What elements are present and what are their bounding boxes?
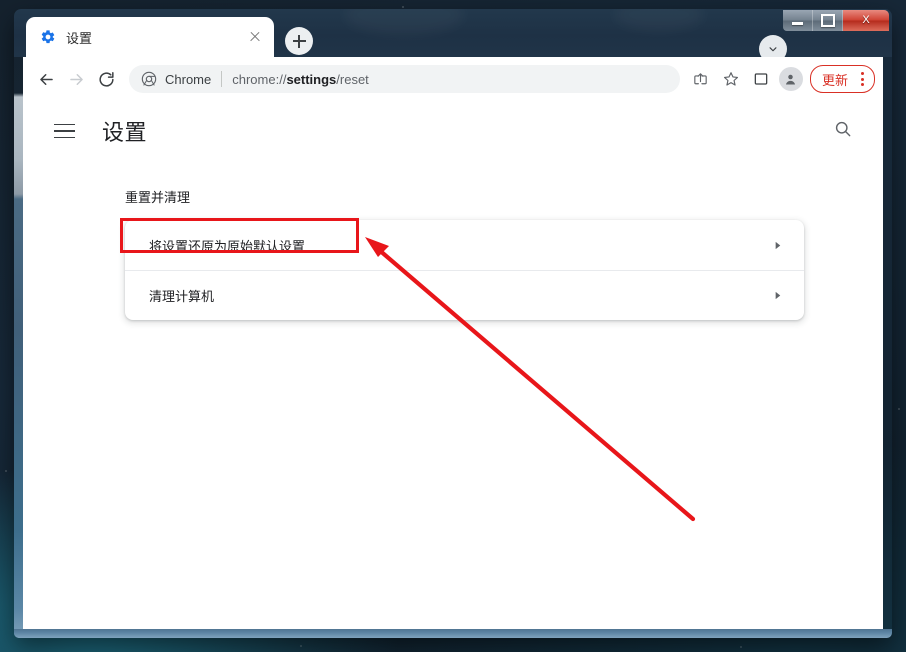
update-button-label: 更新 — [821, 72, 848, 88]
back-arrow-icon — [39, 73, 53, 85]
address-bar[interactable]: Chrome chrome://settings/reset — [129, 65, 680, 93]
window-maximize-button[interactable] — [813, 10, 843, 31]
omnibox-separator — [221, 71, 223, 87]
window-frame-right — [883, 9, 892, 638]
window-close-button[interactable]: X — [843, 10, 889, 31]
row-label: 清理计算机 — [149, 289, 215, 304]
forward-arrow-icon — [69, 73, 83, 85]
close-glyph: X — [862, 14, 870, 26]
page-title: 设置 — [102, 120, 148, 145]
settings-row-clean-up-computer[interactable]: 清理计算机 — [125, 270, 804, 320]
star-icon — [723, 72, 739, 86]
reload-button[interactable] — [91, 64, 121, 94]
tab-settings[interactable]: 设置 — [26, 17, 274, 57]
profile-button[interactable] — [778, 67, 803, 91]
browser-window: 设置 X Chrome chrome://settings/reset 更新 设… — [14, 9, 892, 638]
chevron-down-icon — [769, 47, 777, 52]
back-button[interactable] — [31, 64, 61, 94]
omnibox-url-suffix: /reset — [336, 71, 369, 87]
row-label: 将设置还原为原始默认设置 — [149, 238, 306, 254]
omnibox-url-prefix: chrome:// — [232, 71, 287, 87]
settings-page: 设置 重置并清理 将设置还原为原始默认设置 清理计算机 — [23, 101, 883, 629]
kebab-menu-icon[interactable] — [854, 70, 870, 88]
new-tab-button[interactable] — [285, 27, 313, 55]
tab-strip: 设置 X — [14, 9, 892, 63]
window-caption-buttons: X — [783, 10, 889, 31]
reload-icon — [98, 71, 114, 87]
bookmark-button[interactable] — [716, 64, 746, 94]
chevron-right-icon — [770, 238, 784, 252]
reset-and-cleanup-card: 将设置还原为原始默认设置 清理计算机 — [125, 220, 804, 320]
settings-row-restore-defaults[interactable]: 将设置还原为原始默认设置 — [125, 220, 804, 270]
tab-close-icon[interactable] — [246, 28, 264, 46]
share-icon — [694, 72, 708, 84]
settings-gear-icon — [41, 30, 55, 44]
forward-button[interactable] — [61, 64, 91, 94]
share-button[interactable] — [686, 64, 716, 94]
chrome-logo-icon — [141, 71, 157, 87]
tab-title: 设置 — [66, 30, 93, 46]
chevron-right-icon — [770, 289, 784, 303]
browser-toolbar: Chrome chrome://settings/reset 更新 — [23, 57, 883, 101]
window-frame-left — [14, 9, 23, 638]
search-icon — [835, 121, 851, 137]
side-panel-button[interactable] — [746, 64, 776, 94]
omnibox-url: chrome://settings/reset — [232, 72, 369, 87]
omnibox-url-bold: settings — [286, 71, 337, 87]
window-minimize-button[interactable] — [783, 10, 813, 31]
update-button[interactable]: 更新 — [809, 65, 875, 93]
omnibox-site-label: Chrome — [165, 71, 212, 87]
section-heading: 重置并清理 — [125, 190, 191, 205]
avatar-icon — [786, 74, 796, 84]
settings-header: 设置 — [23, 101, 883, 161]
window-frame-bottom — [14, 629, 892, 638]
hamburger-icon[interactable] — [54, 119, 78, 143]
settings-search-button[interactable] — [833, 119, 857, 143]
side-panel-icon — [754, 73, 768, 85]
